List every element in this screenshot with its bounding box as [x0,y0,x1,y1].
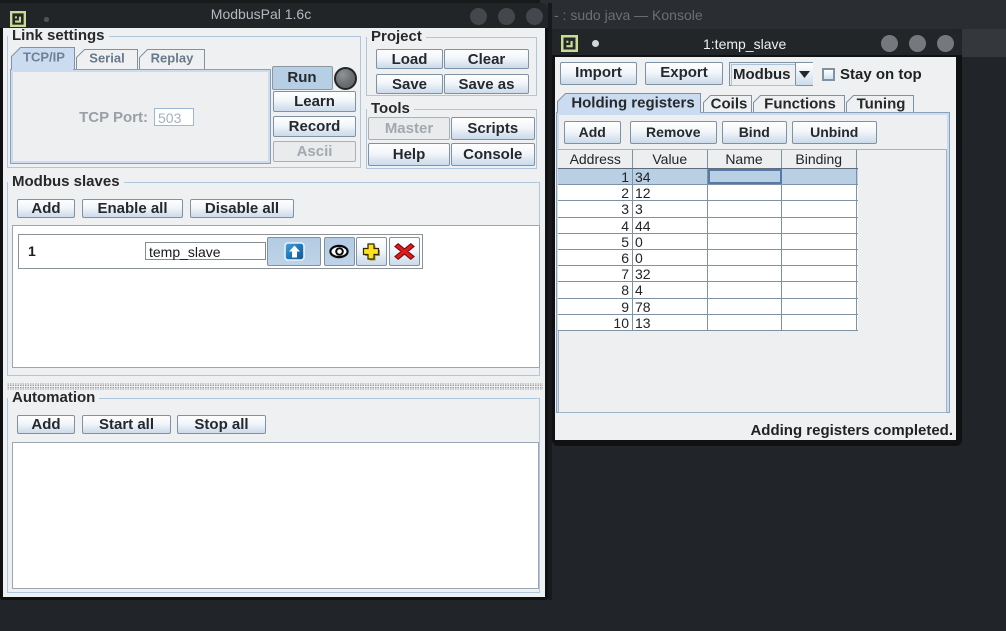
svg-text:Functions: Functions [764,96,836,113]
svg-text:Replay: Replay [151,51,194,66]
svg-text:Tuning: Tuning [857,96,906,113]
svg-text:TCP/IP: TCP/IP [23,50,65,65]
svg-text:Serial: Serial [89,51,124,66]
svg-text:Holding registers: Holding registers [571,95,694,112]
svg-text:Coils: Coils [711,96,748,113]
